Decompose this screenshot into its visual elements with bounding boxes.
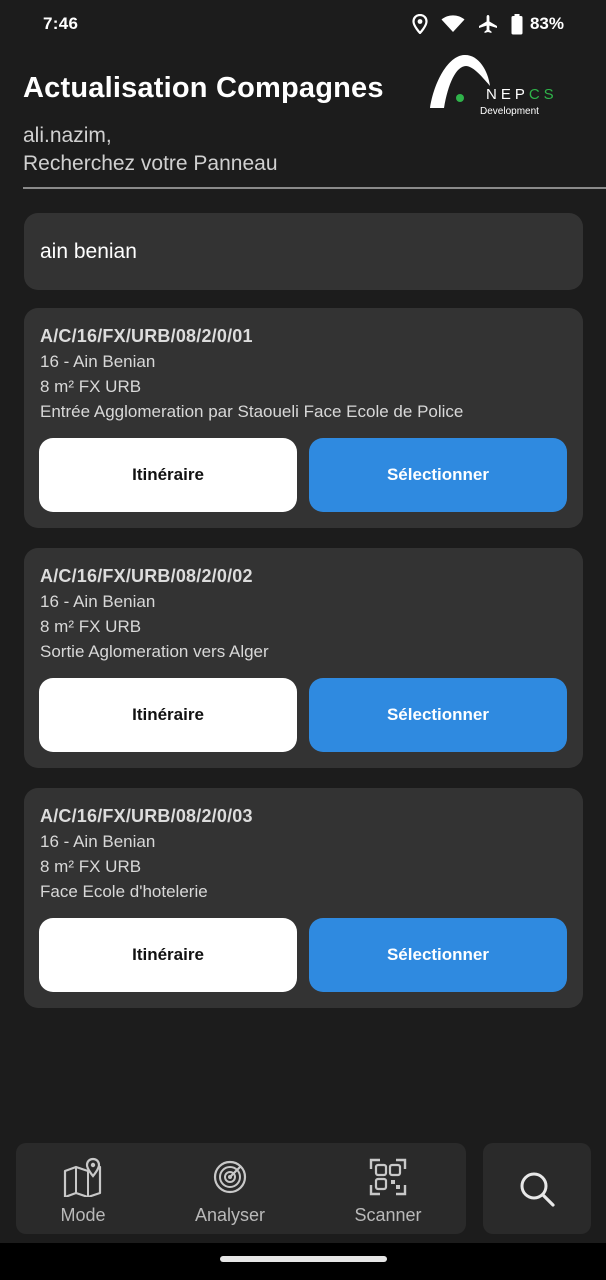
logo-word-accent: CS	[528, 86, 558, 103]
home-indicator[interactable]	[220, 1256, 387, 1262]
logo-mark-icon	[430, 54, 490, 108]
panel-code: A/C/16/FX/URB/08/2/0/01	[40, 326, 253, 346]
search-input-value[interactable]: ain benian	[40, 240, 137, 264]
panel-location: Sortie Aglomeration vers Alger	[40, 642, 269, 661]
status-icons: 83%	[412, 13, 564, 35]
panel-format: 8 m² FX URB	[40, 617, 142, 636]
map-pin-icon	[63, 1157, 102, 1197]
nav-item-analyser[interactable]: Analyser	[160, 1143, 300, 1234]
panel-format: 8 m² FX URB	[40, 857, 142, 876]
logo-word: NEPCS	[486, 86, 558, 103]
panel-commune: 16 - Ain Benian	[40, 592, 156, 611]
search-icon	[520, 1172, 555, 1207]
nav-label-analyser: Analyser	[194, 1205, 266, 1225]
greeting-user: ali.nazim,	[23, 124, 112, 147]
radar-icon	[213, 1160, 247, 1194]
logo-word-main: NEP	[486, 86, 529, 103]
nav-label-mode: Mode	[60, 1205, 106, 1225]
page-title: Actualisation Compagnes	[23, 72, 384, 104]
panel-code: A/C/16/FX/URB/08/2/0/02	[40, 566, 253, 586]
panel-commune: 16 - Ain Benian	[40, 832, 156, 851]
nav-label-scanner: Scanner	[354, 1205, 422, 1225]
select-button[interactable]: Sélectionner	[309, 438, 567, 512]
itinerary-button[interactable]: Itinéraire	[39, 678, 297, 752]
greeting: ali.nazim, Recherchez votre Panneau	[23, 122, 278, 178]
panel-card: A/C/16/FX/URB/08/2/0/02 16 - Ain Benian …	[24, 548, 583, 768]
page-header: Actualisation Compagnes NEPCS Developmen…	[0, 52, 606, 190]
panel-card: A/C/16/FX/URB/08/2/0/01 16 - Ain Benian …	[24, 308, 583, 528]
search-button[interactable]	[483, 1143, 591, 1234]
search-input[interactable]: ain benian	[24, 213, 583, 290]
status-bar: 7:46 83%	[0, 0, 606, 48]
wifi-icon	[441, 15, 465, 32]
nav-item-mode[interactable]: Mode	[13, 1143, 153, 1234]
nav-item-scanner[interactable]: Scanner	[318, 1143, 458, 1234]
qr-code-icon	[369, 1158, 407, 1196]
battery-percent: 83%	[529, 14, 564, 33]
panel-location: Face Ecole d'hotelerie	[40, 882, 208, 901]
location-icon	[412, 14, 428, 34]
battery-icon	[511, 13, 523, 34]
header-divider	[23, 187, 606, 189]
itinerary-button[interactable]: Itinéraire	[39, 438, 297, 512]
status-time: 7:46	[43, 14, 79, 33]
panel-card: A/C/16/FX/URB/08/2/0/03 16 - Ain Benian …	[24, 788, 583, 1008]
panel-format: 8 m² FX URB	[40, 377, 142, 396]
select-button[interactable]: Sélectionner	[309, 918, 567, 992]
logo-subtitle: Development	[480, 106, 539, 117]
itinerary-button[interactable]: Itinéraire	[39, 918, 297, 992]
greeting-prompt: Recherchez votre Panneau	[23, 152, 278, 175]
panel-code: A/C/16/FX/URB/08/2/0/03	[40, 806, 253, 826]
panel-commune: 16 - Ain Benian	[40, 352, 156, 371]
panel-location: Entrée Agglomeration par Staoueli Face E…	[40, 402, 464, 421]
airplane-icon	[478, 15, 497, 33]
bottom-navigation: Mode Analyser Scanner	[16, 1143, 466, 1234]
select-button[interactable]: Sélectionner	[309, 678, 567, 752]
brand-logo: NEPCS Development	[426, 52, 586, 122]
